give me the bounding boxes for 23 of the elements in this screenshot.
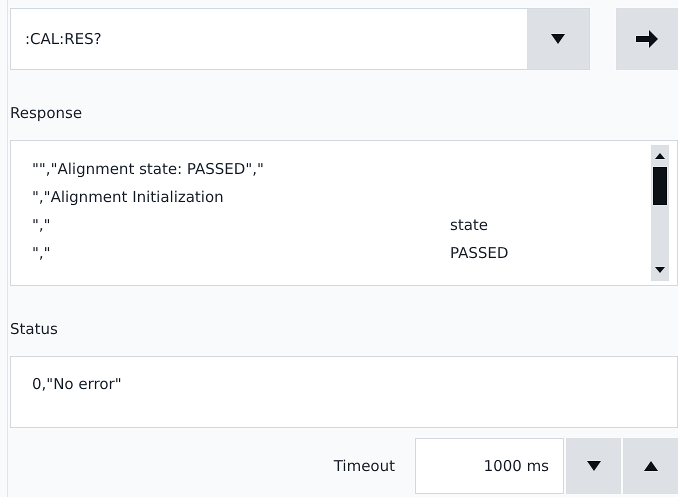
- scrollbar-thumb[interactable]: [653, 167, 667, 205]
- increment-button[interactable]: [623, 438, 678, 494]
- caret-up-icon: [644, 461, 658, 471]
- caret-down-icon: [586, 461, 600, 471]
- status-field: 0,"No error": [10, 356, 678, 428]
- send-button[interactable]: [616, 8, 678, 70]
- response-text: ",": [32, 243, 52, 264]
- timeout-label: Timeout: [334, 457, 395, 475]
- timeout-field[interactable]: 1000 ms: [415, 438, 564, 494]
- caret-down-icon: [551, 34, 566, 44]
- response-text: ",": [32, 215, 52, 236]
- response-label: Response: [10, 104, 84, 122]
- arrow-right-icon: [636, 27, 658, 51]
- command-field[interactable]: :CAL:RES?: [10, 8, 590, 70]
- response-text: state: [450, 215, 488, 236]
- response-text: ","Alignment Initialization: [32, 187, 225, 208]
- scroll-down-icon: [655, 267, 665, 273]
- response-text: PASSED: [450, 243, 508, 264]
- scroll-up-icon: [655, 153, 665, 159]
- status-label: Status: [10, 320, 59, 338]
- response-text: "","Alignment state: PASSED",": [32, 159, 265, 180]
- decrement-button[interactable]: [566, 438, 621, 494]
- scrollbar[interactable]: [651, 145, 669, 281]
